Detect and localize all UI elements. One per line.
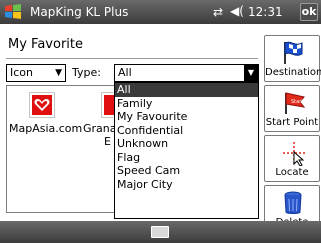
clock[interactable]: 12:31 <box>248 5 283 19</box>
locate-crosshair-icon <box>283 142 305 166</box>
locate-label: Locate <box>275 167 309 178</box>
dropdown-option[interactable]: Major City <box>115 178 258 192</box>
dropdown-option[interactable]: Confidential <box>115 124 258 138</box>
type-select[interactable]: All ▼ <box>114 64 259 82</box>
bottom-bar <box>0 221 321 243</box>
main-content: My Favorite Icon ▼ Type: All ▼ MapAsia.c… <box>0 24 321 232</box>
list-item[interactable]: E <box>104 135 111 148</box>
start-point-label: Start Point <box>265 117 319 128</box>
type-dropdown-list[interactable]: All Family My Favourite Confidential Unk… <box>114 82 259 219</box>
ok-button[interactable]: ok <box>300 3 318 21</box>
start-point-button[interactable]: Start Start Point <box>264 85 320 132</box>
start-flag-icon: Start <box>285 92 306 114</box>
chevron-down-icon: ▼ <box>55 68 62 78</box>
locate-button[interactable]: Locate <box>264 135 320 182</box>
checkered-flag-icon <box>284 41 303 64</box>
type-label: Type: <box>72 66 101 79</box>
app-title: MapKing KL Plus <box>30 5 129 19</box>
heart-icon[interactable] <box>29 92 55 118</box>
view-mode-value: Icon <box>10 66 33 79</box>
destination-label: Destination <box>265 67 321 78</box>
page-title: My Favorite <box>8 37 83 52</box>
chevron-down-icon[interactable]: ▼ <box>244 65 258 81</box>
trash-bin-icon <box>284 191 302 214</box>
dropdown-option[interactable]: Flag <box>115 151 258 165</box>
svg-text:Start: Start <box>291 99 303 105</box>
dropdown-option[interactable]: Speed Cam <box>115 164 258 178</box>
dropdown-option[interactable]: Unknown <box>115 137 258 151</box>
dropdown-option[interactable]: Family <box>115 97 258 111</box>
type-select-value: All <box>118 66 132 79</box>
connectivity-icon[interactable]: ⇄ <box>213 5 223 19</box>
divider <box>6 58 258 59</box>
volume-icon[interactable]: ◀( <box>230 4 244 18</box>
heart-icon[interactable] <box>101 92 114 118</box>
list-item[interactable]: MapAsia.com <box>9 122 82 135</box>
destination-button[interactable]: Destination <box>264 35 321 82</box>
dropdown-option[interactable]: All <box>115 83 258 97</box>
keyboard-icon[interactable] <box>151 226 169 238</box>
dropdown-option[interactable]: My Favourite <box>115 110 258 124</box>
title-bar: MapKing KL Plus ⇄ ◀( 12:31 ok <box>0 0 321 24</box>
list-item[interactable]: Grana <box>83 122 117 135</box>
windows-start-icon[interactable] <box>4 3 22 21</box>
view-mode-select[interactable]: Icon ▼ <box>6 64 66 82</box>
